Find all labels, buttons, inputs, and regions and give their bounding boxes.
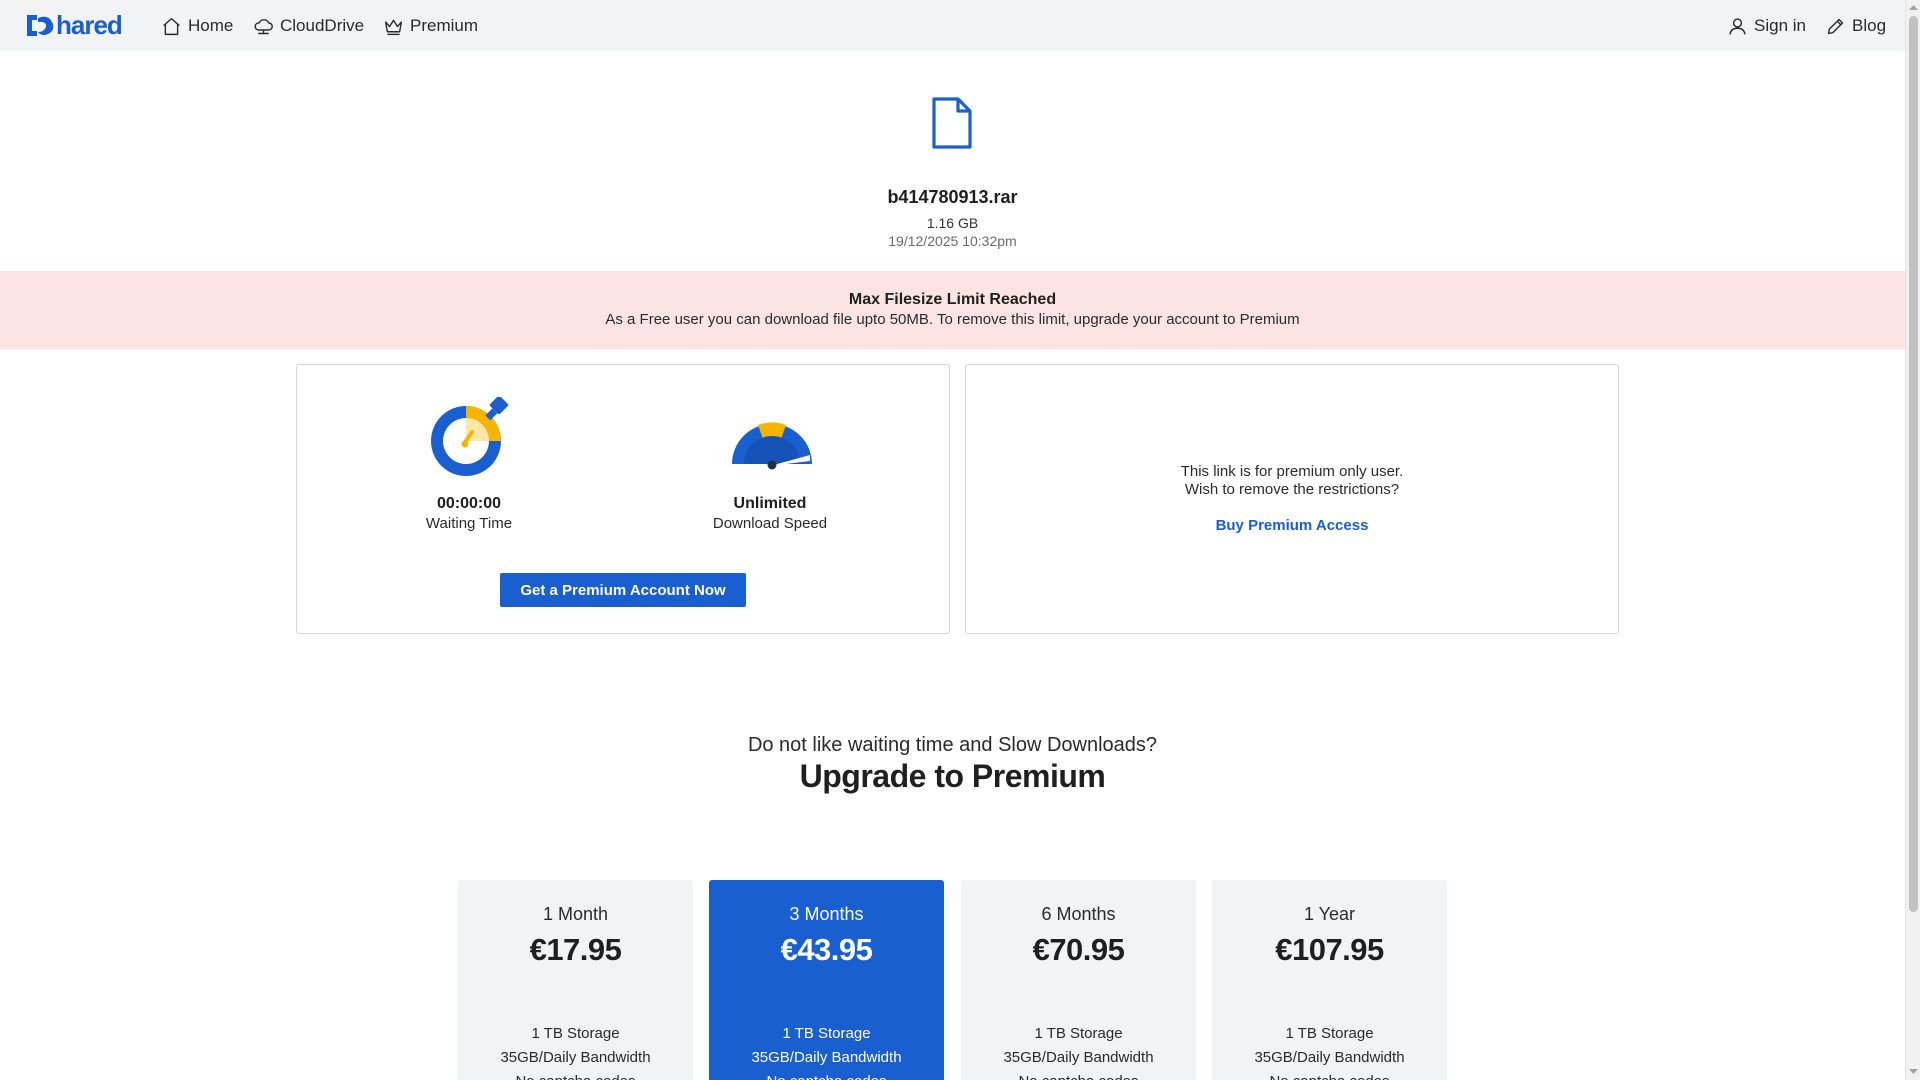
file-size: 1.16 GB bbox=[926, 215, 979, 231]
plan-price: €17.95 bbox=[529, 932, 622, 967]
plan-features: 1 TB Storage 35GB/Daily Bandwidth No cap… bbox=[1212, 1022, 1447, 1080]
plan-card-6-months[interactable]: 6 Months €70.95 1 TB Storage 35GB/Daily … bbox=[961, 880, 1196, 1080]
plan-feature: 1 TB Storage bbox=[1034, 1025, 1123, 1042]
plan-feature: 35GB/Daily Bandwidth bbox=[500, 1049, 651, 1066]
plan-feature: No captcha codes bbox=[1212, 1070, 1447, 1080]
page-scrollbar[interactable] bbox=[1905, 0, 1920, 1080]
logo-mark-icon bbox=[24, 12, 58, 39]
waiting-time-label: Waiting Time bbox=[425, 515, 513, 532]
nav-sign-in-label: Sign in bbox=[1754, 16, 1806, 35]
premium-only-line-1: This link is for premium only user. bbox=[1180, 463, 1404, 480]
plan-price: €70.95 bbox=[1032, 932, 1125, 967]
plan-feature: 1 TB Storage bbox=[1285, 1025, 1374, 1042]
scroll-down-arrow-icon[interactable] bbox=[1909, 1067, 1918, 1076]
logo-text: hared bbox=[56, 9, 123, 40]
waiting-time-stat: 00:00:00 Waiting Time bbox=[369, 495, 569, 532]
plan-feature: 35GB/Daily Bandwidth bbox=[1003, 1049, 1154, 1066]
nav-blog-label: Blog bbox=[1852, 16, 1887, 35]
plan-name: 6 Months bbox=[1041, 904, 1116, 924]
nav-home[interactable]: Home bbox=[161, 14, 233, 38]
alert-title: Max Filesize Limit Reached bbox=[848, 291, 1057, 308]
free-download-card: 00:00:00 Waiting Time Unlimited Download… bbox=[296, 364, 950, 634]
download-speed-stat: Unlimited Download Speed bbox=[670, 495, 870, 532]
file-date: 19/12/2025 10:32pm bbox=[888, 233, 1017, 249]
plan-name: 1 Month bbox=[542, 904, 609, 924]
upsell-title: Upgrade to Premium bbox=[799, 758, 1106, 794]
plan-feature: No captcha codes bbox=[961, 1070, 1196, 1080]
plan-card-3-months[interactable]: 3 Months €43.95 1 TB Storage 35GB/Daily … bbox=[709, 880, 944, 1080]
plan-feature: 1 TB Storage bbox=[531, 1025, 620, 1042]
download-speed-value: Unlimited bbox=[733, 495, 807, 512]
top-navbar: hared Home CloudDrive Premium Sign in Bl… bbox=[0, 0, 1905, 51]
plan-feature: 35GB/Daily Bandwidth bbox=[1254, 1049, 1405, 1066]
nav-sign-in[interactable]: Sign in bbox=[1727, 14, 1806, 38]
nav-clouddrive[interactable]: CloudDrive bbox=[253, 14, 364, 38]
plan-price: €43.95 bbox=[780, 932, 873, 967]
nav-home-label: Home bbox=[188, 16, 234, 35]
plan-features: 1 TB Storage 35GB/Daily Bandwidth No cap… bbox=[709, 1022, 944, 1080]
waiting-time-value: 00:00:00 bbox=[436, 495, 502, 512]
premium-only-card: This link is for premium only user. Wish… bbox=[965, 364, 1619, 634]
premium-only-line-2: Wish to remove the restrictions? bbox=[1184, 481, 1400, 498]
home-icon bbox=[163, 17, 180, 35]
nav-clouddrive-label: CloudDrive bbox=[280, 16, 365, 35]
download-speed-label: Download Speed bbox=[712, 515, 828, 532]
plan-price: €107.95 bbox=[1275, 932, 1384, 967]
get-premium-button[interactable]: Get a Premium Account Now bbox=[500, 573, 746, 607]
buy-premium-access-link[interactable]: Buy Premium Access bbox=[966, 517, 1618, 534]
nav-premium[interactable]: Premium bbox=[383, 14, 478, 38]
plan-card-1-month[interactable]: 1 Month €17.95 1 TB Storage 35GB/Daily B… bbox=[458, 880, 693, 1080]
alert-message: As a Free user you can download file upt… bbox=[605, 311, 1300, 328]
plan-name: 1 Year bbox=[1303, 904, 1356, 924]
plan-feature: No captcha codes bbox=[709, 1070, 944, 1080]
cloud-icon bbox=[254, 18, 273, 34]
crown-icon bbox=[384, 19, 403, 35]
nav-blog[interactable]: Blog bbox=[1825, 14, 1886, 38]
scrollbar-thumb[interactable] bbox=[1909, 16, 1918, 912]
plan-feature: No captcha codes bbox=[458, 1070, 693, 1080]
speedometer-icon bbox=[732, 422, 812, 470]
plan-feature: 1 TB Storage bbox=[782, 1025, 871, 1042]
user-icon bbox=[1729, 17, 1746, 35]
file-icon bbox=[932, 97, 972, 149]
filesize-limit-alert: Max Filesize Limit Reached As a Free use… bbox=[0, 271, 1905, 349]
file-name: b414780913.rar bbox=[887, 187, 1018, 207]
plan-name: 3 Months bbox=[789, 904, 864, 924]
plan-feature: 35GB/Daily Bandwidth bbox=[751, 1049, 902, 1066]
stopwatch-icon bbox=[431, 397, 509, 476]
scroll-up-arrow-icon[interactable] bbox=[1909, 3, 1918, 12]
plan-features: 1 TB Storage 35GB/Daily Bandwidth No cap… bbox=[961, 1022, 1196, 1080]
site-logo[interactable]: hared bbox=[24, 9, 123, 40]
upsell-subtitle: Do not like waiting time and Slow Downlo… bbox=[747, 734, 1158, 756]
nav-premium-label: Premium bbox=[410, 16, 479, 35]
plan-card-1-year[interactable]: 1 Year €107.95 1 TB Storage 35GB/Daily B… bbox=[1212, 880, 1447, 1080]
pencil-icon bbox=[1827, 18, 1844, 34]
plan-features: 1 TB Storage 35GB/Daily Bandwidth No cap… bbox=[458, 1022, 693, 1080]
premium-only-message: This link is for premium only user. Wish… bbox=[966, 463, 1618, 499]
